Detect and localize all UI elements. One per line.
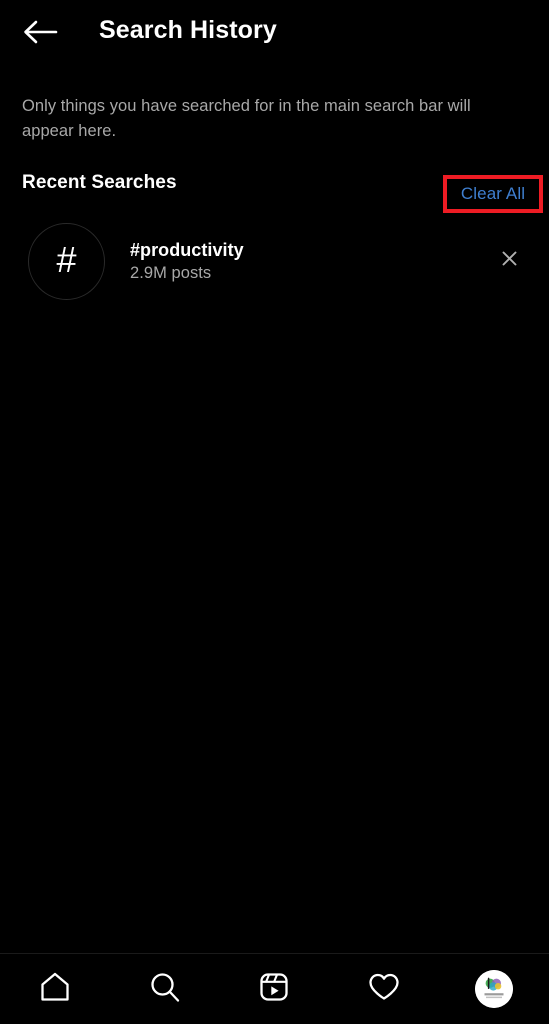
remove-search-button[interactable] xyxy=(491,243,527,279)
list-item-subtitle: 2.9M posts xyxy=(130,263,212,282)
search-history-screen: Search History Only things you have sear… xyxy=(0,0,549,1024)
description-text: Only things you have searched for in the… xyxy=(22,97,471,140)
close-icon xyxy=(501,250,518,272)
back-button[interactable] xyxy=(16,10,64,58)
clear-all-button[interactable]: Clear All xyxy=(443,175,543,213)
list-item[interactable]: # #productivity 2.9M posts xyxy=(0,222,549,300)
list-item-title: #productivity xyxy=(130,239,244,260)
bottom-navigation-bar xyxy=(0,953,549,1024)
nav-item-search[interactable] xyxy=(110,954,220,1024)
nav-item-activity[interactable] xyxy=(329,954,439,1024)
nav-item-home[interactable] xyxy=(0,954,110,1024)
nav-item-reels[interactable] xyxy=(220,954,330,1024)
nav-item-profile[interactable] xyxy=(439,954,549,1024)
avatar xyxy=(475,970,514,1008)
recent-searches-header: Recent Searches Clear All xyxy=(0,168,549,213)
hashtag-icon: # xyxy=(56,239,77,280)
list-item-text: #productivity 2.9M posts xyxy=(130,240,491,283)
section-title: Recent Searches xyxy=(22,172,177,193)
home-icon xyxy=(38,970,72,1009)
heart-icon xyxy=(367,970,401,1009)
arrow-left-icon xyxy=(22,19,58,50)
reels-icon xyxy=(257,970,291,1009)
clear-all-label: Clear All xyxy=(460,184,526,203)
header-bar: Search History xyxy=(0,0,549,72)
search-icon xyxy=(148,970,182,1009)
page-title: Search History xyxy=(99,16,277,44)
hashtag-avatar: # xyxy=(28,222,105,300)
recent-searches-list: # #productivity 2.9M posts xyxy=(0,222,549,300)
